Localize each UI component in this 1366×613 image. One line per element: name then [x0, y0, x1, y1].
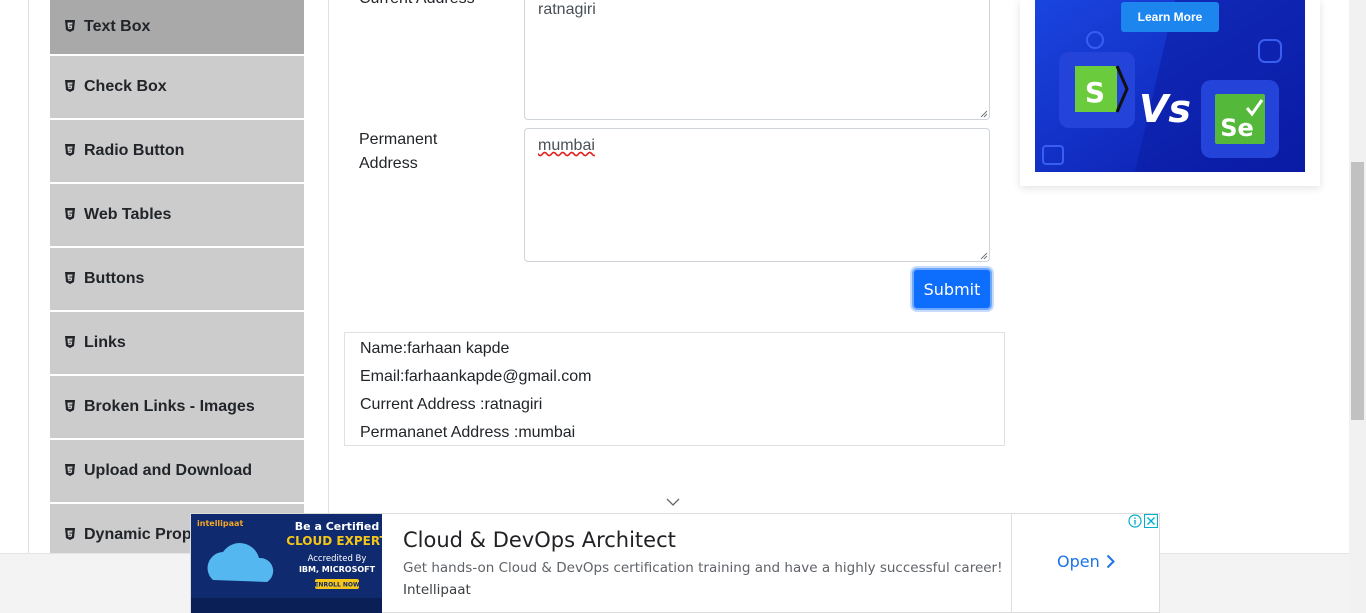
banner-image-cta: ENROLL NOW: [314, 582, 360, 589]
resize-grip-icon[interactable]: [979, 251, 988, 260]
sidebar-item-web-tables[interactable]: Web Tables: [50, 184, 304, 246]
current-address-label: Current Address: [359, 0, 475, 11]
html5-icon: [65, 20, 75, 32]
banner-ad-advertiser: Intellipaat: [403, 582, 471, 598]
left-rule: [28, 0, 29, 553]
learn-more-button[interactable]: Learn More: [1121, 2, 1219, 32]
banner-image-line4: IBM, MICROSOFT: [299, 565, 376, 574]
sidebar-item-upload-download[interactable]: Upload and Download: [50, 440, 304, 502]
permanent-address-textarea[interactable]: mumbai: [524, 128, 990, 262]
banner-divider: [1011, 514, 1012, 613]
output-panel: Name:farhaan kapde Email:farhaankapde@gm…: [344, 332, 1005, 446]
output-email: Email:farhaankapde@gmail.com: [360, 368, 592, 385]
current-address-textarea[interactable]: ratnagiri: [524, 0, 990, 120]
html5-icon: [65, 208, 75, 220]
chevron-right-icon: [1106, 554, 1115, 569]
sidebar-item-label: Links: [84, 334, 126, 351]
current-address-value: ratnagiri: [538, 1, 596, 18]
banner-open-label: Open: [1057, 552, 1100, 571]
content-divider: [328, 0, 329, 553]
resize-grip-icon[interactable]: [979, 109, 988, 118]
sidebar-menu: Text Box Check Box Radio Button Web Tabl…: [50, 0, 304, 568]
sidebar-item-label: Buttons: [84, 270, 145, 287]
sidebar-item-broken-links[interactable]: Broken Links - Images: [50, 376, 304, 438]
sidebar-item-text-box[interactable]: Text Box: [50, 0, 304, 54]
sidebar-item-label: Upload and Download: [84, 462, 252, 479]
adchoices[interactable]: [1128, 514, 1158, 528]
scrollbar-thumb[interactable]: [1351, 162, 1364, 420]
banner-image-line3: Accredited By: [308, 554, 367, 564]
banner-image-brand: intellipaat: [197, 519, 243, 528]
output-permanent-address: Permananet Address :mumbai: [360, 424, 576, 441]
html5-icon: [65, 144, 75, 156]
html5-icon: [65, 272, 75, 284]
html5-icon: [65, 80, 75, 92]
banner-ad-description: Get hands-on Cloud & DevOps certificatio…: [403, 560, 1003, 576]
sidebar-item-links[interactable]: Links: [50, 312, 304, 374]
close-icon[interactable]: [1144, 514, 1158, 528]
sidebar-item-label: Broken Links - Images: [84, 398, 255, 415]
banner-image-line1: Be a Certified: [295, 520, 379, 533]
output-current-address: Current Address :ratnagiri: [360, 396, 543, 413]
banner-image-line2: CLOUD EXPERT: [286, 534, 382, 548]
sidebar-item-label: Check Box: [84, 78, 167, 95]
permanent-address-value: mumbai: [538, 137, 595, 154]
banner-advertisement[interactable]: intellipaat Be a Certified CLOUD EXPERT …: [190, 513, 1160, 613]
chevron-down-icon[interactable]: [666, 498, 680, 507]
permanent-address-label: Permanent Address: [359, 128, 437, 176]
vs-text: Vs: [1139, 87, 1191, 131]
sidebar-item-label: Radio Button: [84, 142, 185, 159]
sidebar-item-radio-button[interactable]: Radio Button: [50, 120, 304, 182]
left-logo-text: S: [1085, 76, 1105, 109]
sidebar-item-check-box[interactable]: Check Box: [50, 56, 304, 118]
output-name: Name:farhaan kapde: [360, 340, 510, 357]
html5-icon: [65, 336, 75, 348]
sidebar-item-buttons[interactable]: Buttons: [50, 248, 304, 310]
sidebar-item-label: Web Tables: [84, 206, 172, 223]
html5-icon: [65, 528, 75, 540]
banner-ad-title[interactable]: Cloud & DevOps Architect: [403, 528, 676, 552]
html5-icon: [65, 400, 75, 412]
right-logo-text: Se: [1220, 114, 1254, 142]
permanent-address-label-line1: Permanent: [359, 131, 438, 148]
info-icon[interactable]: [1128, 514, 1142, 528]
html5-icon: [65, 464, 75, 476]
banner-open-button[interactable]: Open: [1057, 552, 1115, 571]
banner-ad-image: intellipaat Be a Certified CLOUD EXPERT …: [191, 514, 382, 613]
submit-button[interactable]: Submit: [912, 268, 992, 310]
sidebar-item-label: Text Box: [84, 18, 151, 35]
permanent-address-label-line2: Address: [359, 155, 418, 172]
